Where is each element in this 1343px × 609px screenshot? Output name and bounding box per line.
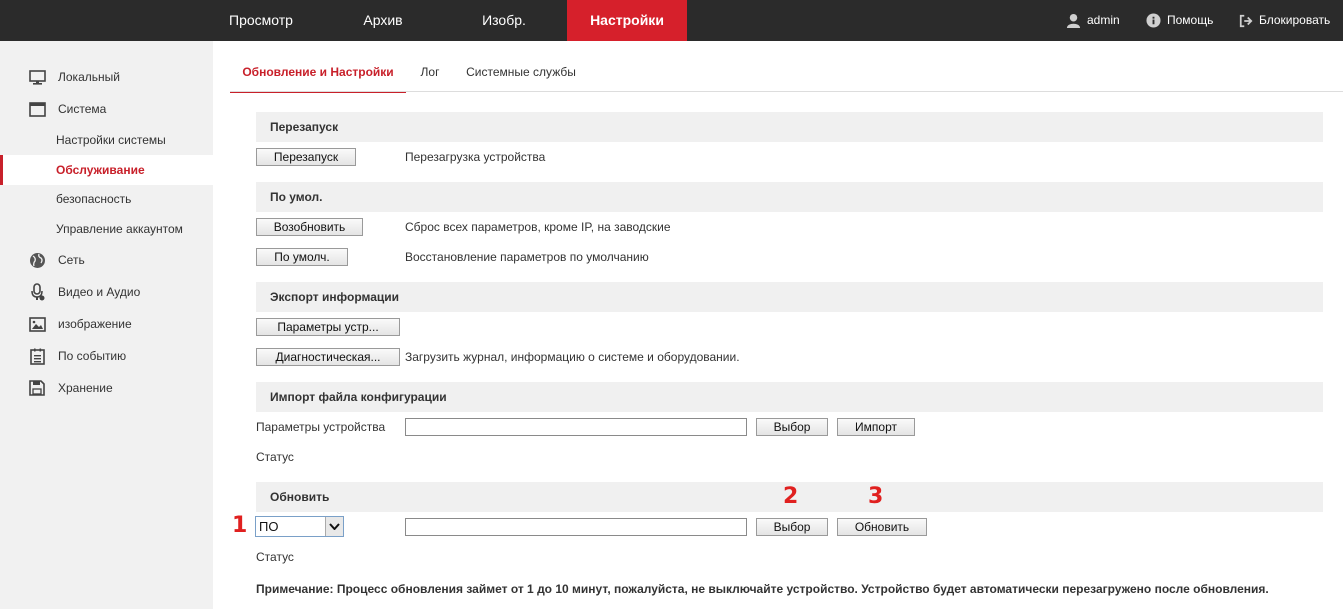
nav-tab-live-view[interactable]: Просмотр: [213, 0, 309, 41]
event-list-icon: [28, 347, 46, 365]
sidebar-item-label: изображение: [58, 317, 132, 331]
reboot-description: Перезагрузка устройства: [405, 150, 546, 164]
upgrade-file-path-input[interactable]: [405, 518, 747, 536]
tab-log[interactable]: Лог: [416, 58, 444, 91]
export-diagnostic-button[interactable]: Диагностическая...: [256, 348, 400, 366]
reboot-button[interactable]: Перезапуск: [256, 148, 356, 166]
step-annotation-3: 3: [868, 484, 884, 509]
upgrade-type-select[interactable]: ПО: [255, 516, 344, 537]
help-link[interactable]: Помощь: [1146, 0, 1213, 41]
sidebar-item-label: Сеть: [58, 253, 85, 267]
sidebar-item-label: Видео и Аудио: [58, 285, 141, 299]
tab-system-service[interactable]: Системные службы: [462, 58, 580, 91]
microphone-icon: [28, 283, 46, 301]
sidebar-item-event[interactable]: По событию: [0, 341, 213, 371]
default-description: Восстановление параметров по умолчанию: [405, 250, 649, 264]
sidebar-item-system[interactable]: Система: [0, 94, 213, 124]
globe-icon: [28, 251, 46, 269]
sidebar-item-label: Локальный: [58, 70, 120, 84]
sidebar-item-label: Система: [58, 102, 107, 116]
chevron-down-icon: [325, 517, 343, 536]
tab-upgrade-maintenance[interactable]: Обновление и Настройки: [230, 58, 406, 93]
sidebar-item-storage[interactable]: Хранение: [0, 373, 213, 403]
section-header-import-config: Импорт файла конфигурации: [256, 382, 1323, 412]
default-button[interactable]: По умолч.: [256, 248, 348, 266]
restore-button[interactable]: Возобновить: [256, 218, 363, 236]
sidebar-item-system-settings[interactable]: Настройки системы: [0, 125, 213, 155]
nav-tab-configuration[interactable]: Настройки: [567, 0, 687, 41]
username: admin: [1087, 13, 1120, 27]
sidebar-item-label: По событию: [58, 349, 127, 363]
nav-tab-picture[interactable]: Изобр.: [456, 0, 552, 41]
step-annotation-1: 1: [232, 513, 248, 538]
sidebar-item-label: Хранение: [58, 381, 113, 395]
help-icon: [1146, 13, 1161, 28]
export-device-params-button[interactable]: Параметры устр...: [256, 318, 400, 336]
sidebar-item-image[interactable]: изображение: [0, 309, 213, 339]
section-header-export: Экспорт информации: [256, 282, 1323, 312]
restore-description: Сброс всех параметров, кроме IP, на заво…: [405, 220, 671, 234]
user-menu[interactable]: admin: [1066, 0, 1120, 41]
image-icon: [28, 315, 46, 333]
sidebar-item-security[interactable]: безопасность: [0, 184, 213, 214]
sidebar-item-video-audio[interactable]: Видео и Аудио: [0, 277, 213, 307]
sidebar: Локальный Система Настройки системы Обсл…: [0, 41, 213, 609]
import-file-path-input[interactable]: [405, 418, 747, 436]
logout-link[interactable]: Блокировать: [1239, 0, 1330, 41]
upgrade-type-value: ПО: [259, 519, 279, 534]
monitor-icon: [28, 68, 46, 86]
import-browse-button[interactable]: Выбор: [756, 418, 828, 436]
section-header-default: По умол.: [256, 182, 1323, 212]
upgrade-browse-button[interactable]: Выбор: [756, 518, 828, 536]
logout-label: Блокировать: [1259, 13, 1331, 27]
sidebar-item-local[interactable]: Локальный: [0, 62, 213, 92]
step-annotation-2: 2: [783, 484, 799, 509]
import-device-params-label: Параметры устройства: [256, 420, 386, 434]
upgrade-note: Примечание: Процесс обновления займет от…: [256, 582, 1269, 596]
sidebar-item-network[interactable]: Сеть: [0, 245, 213, 275]
sidebar-item-account-management[interactable]: Управление аккаунтом: [0, 214, 213, 244]
logout-icon: [1239, 14, 1253, 27]
window-icon: [28, 100, 46, 118]
diagnostic-description: Загрузить журнал, информацию о системе и…: [405, 350, 740, 364]
import-status-label: Статус: [256, 450, 294, 464]
tab-divider: [230, 91, 1343, 92]
nav-tab-playback[interactable]: Архив: [335, 0, 431, 41]
sidebar-item-maintenance[interactable]: Обслуживание: [0, 155, 213, 185]
floppy-disk-icon: [28, 379, 46, 397]
section-header-reboot: Перезапуск: [256, 112, 1323, 142]
help-label: Помощь: [1167, 13, 1214, 27]
import-button[interactable]: Импорт: [837, 418, 915, 436]
user-icon: [1066, 13, 1081, 28]
top-navigation-bar: Просмотр Архив Изобр. Настройки admin По…: [0, 0, 1343, 41]
upgrade-status-label: Статус: [256, 550, 294, 564]
upgrade-button[interactable]: Обновить: [837, 518, 927, 536]
